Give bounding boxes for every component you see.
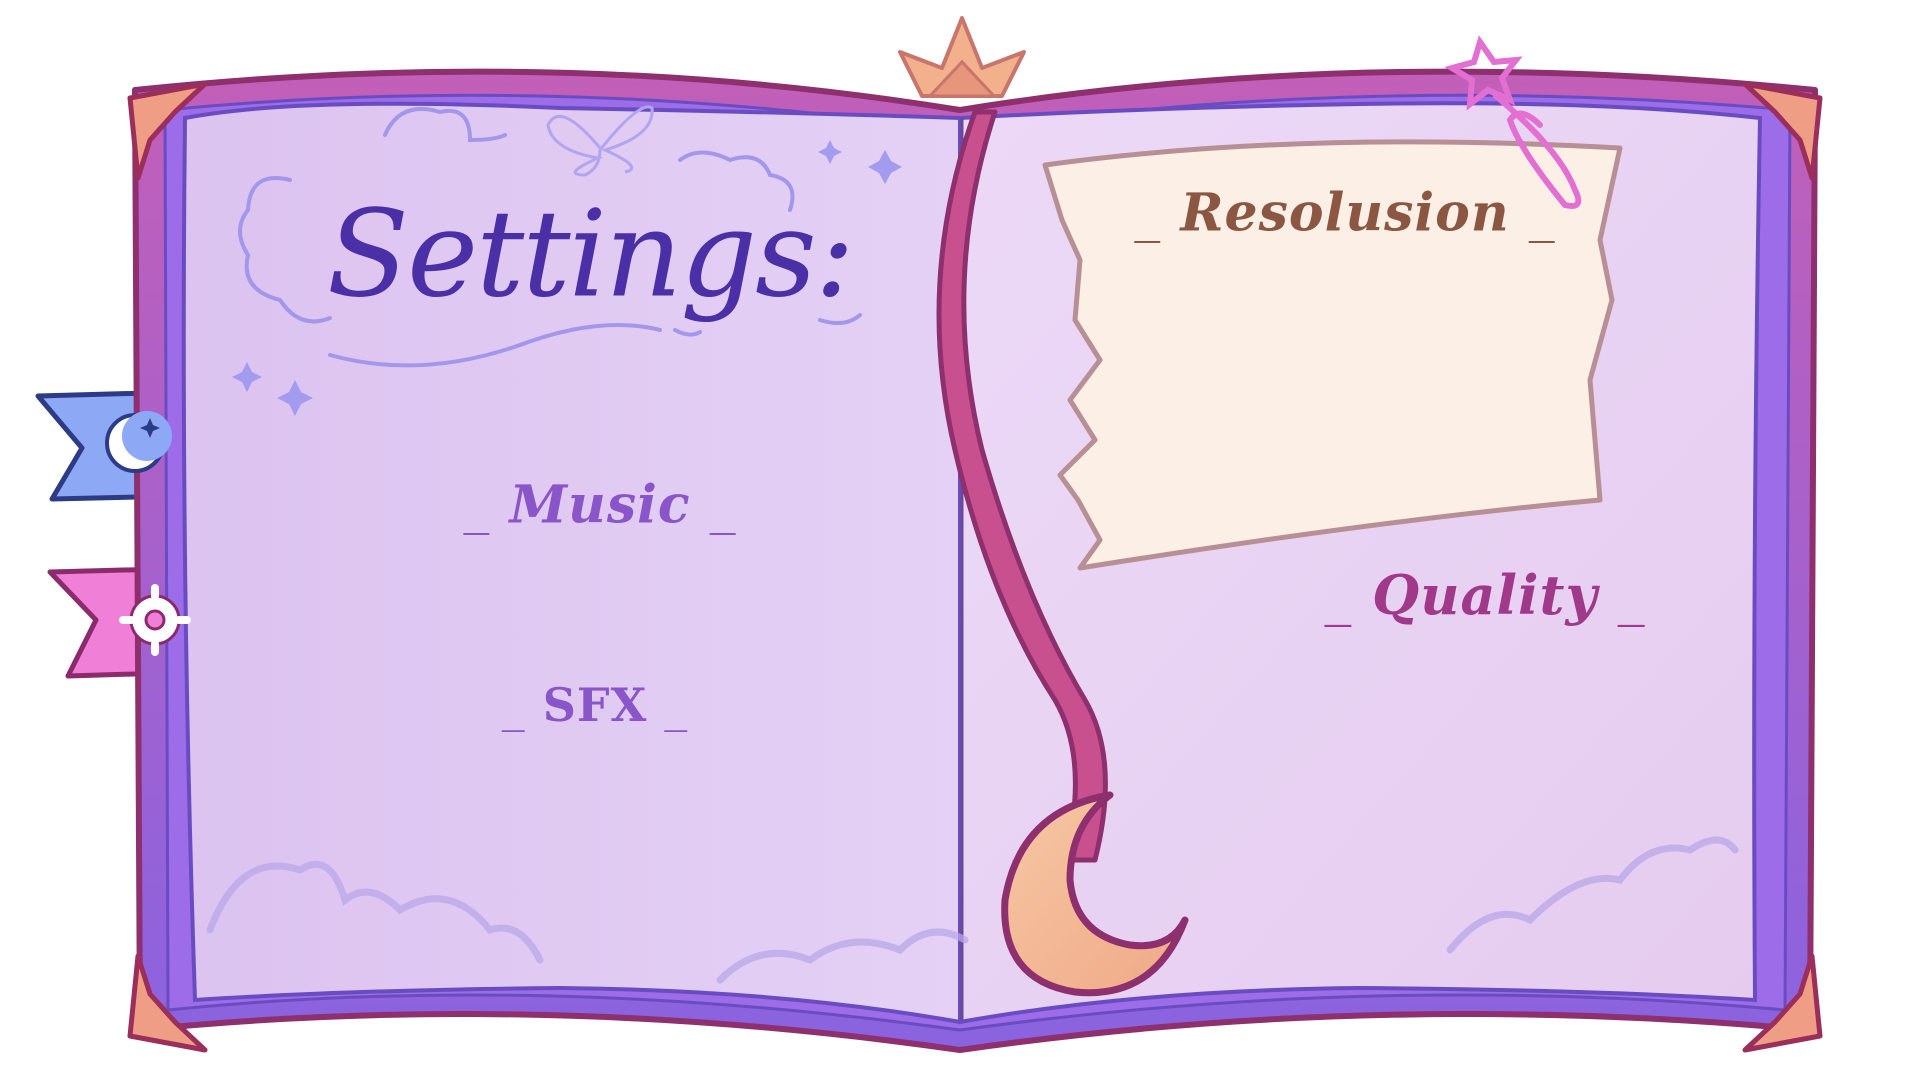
dash-right: _ (709, 475, 737, 536)
music-label: Music (509, 474, 691, 536)
music-option[interactable]: _ Music _ (463, 475, 736, 536)
quality-label: Quality (1372, 563, 1598, 627)
settings-title: Settings: (326, 185, 855, 325)
sfx-label: SFX (542, 678, 648, 732)
resolution-label: Resolusion (1180, 182, 1510, 244)
quality-option[interactable]: _ Quality _ (1324, 563, 1645, 627)
dash-left: _ (1134, 183, 1162, 244)
dash-right: _ (664, 678, 689, 732)
dash-left: _ (1324, 564, 1353, 627)
sfx-option[interactable]: _ SFX _ (502, 678, 689, 732)
crown-ornament (898, 16, 1026, 98)
resolution-option[interactable]: _ Resolusion _ (1134, 183, 1556, 244)
dash-left: _ (463, 475, 491, 536)
settings-book (35, 16, 1823, 1053)
dash-left: _ (501, 678, 526, 732)
dash-right: _ (1528, 183, 1556, 244)
dash-right: _ (1617, 564, 1646, 627)
